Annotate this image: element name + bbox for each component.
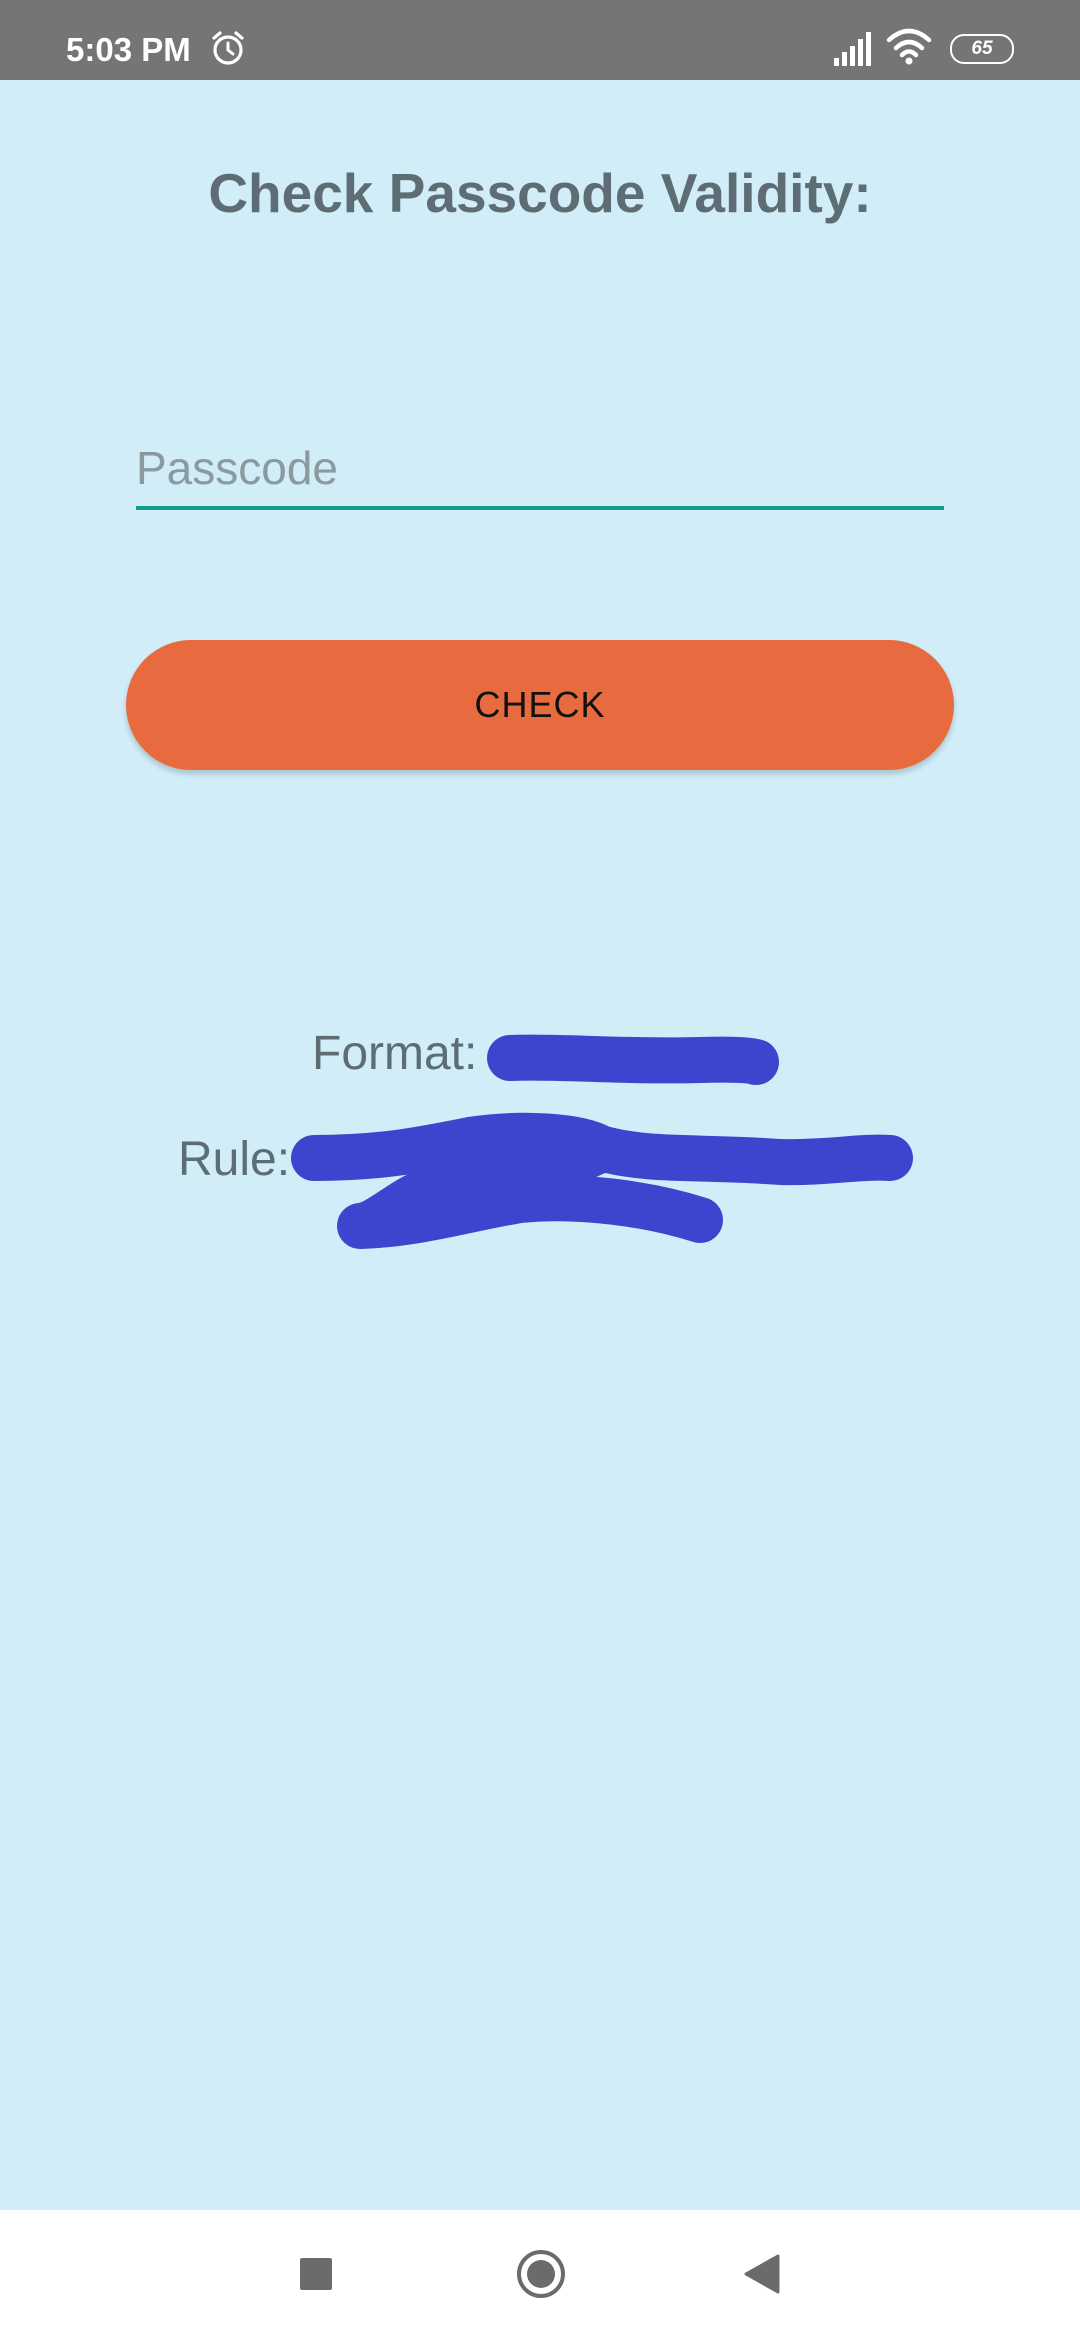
status-time: 5:03 PM <box>66 31 191 68</box>
format-label: Format: <box>312 1027 478 1080</box>
home-icon[interactable] <box>515 2248 567 2300</box>
signal-icon <box>834 32 871 66</box>
recents-icon[interactable] <box>300 2258 332 2290</box>
battery-icon: 65 <box>950 34 1014 64</box>
page-title: Check Passcode Validity: <box>208 162 872 224</box>
rule-label: Rule: <box>178 1133 291 1186</box>
battery-level: 65 <box>971 38 993 59</box>
wifi-icon <box>886 28 932 65</box>
alarm-icon <box>212 31 244 65</box>
navigation-bar <box>0 2210 1080 2340</box>
status-bar: 5:03 PM 65 <box>0 0 1080 80</box>
passcode-input[interactable] <box>136 430 944 510</box>
check-button[interactable]: CHECK <box>126 640 954 770</box>
back-icon[interactable] <box>742 2252 782 2296</box>
